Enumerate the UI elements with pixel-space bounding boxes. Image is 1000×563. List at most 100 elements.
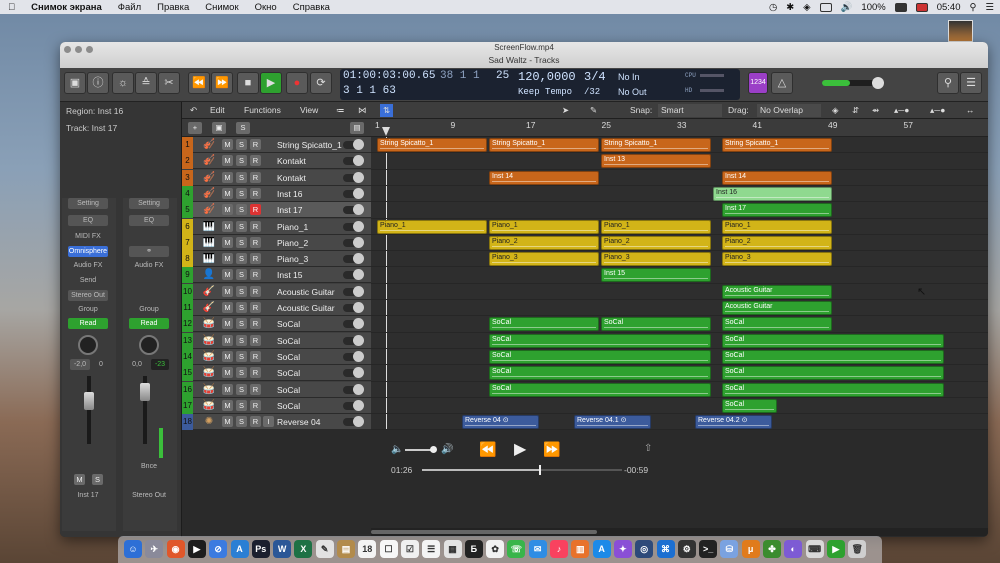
track-record-button[interactable]: R <box>250 236 261 248</box>
region[interactable]: SoCal <box>489 349 711 364</box>
track-on-toggle[interactable] <box>343 171 364 183</box>
horizontal-scrollbar[interactable] <box>371 528 988 536</box>
track-instrument-icon[interactable]: 🥁 <box>202 318 216 330</box>
track-header-row[interactable]: 2 🎻 M S R Kontakt <box>182 153 371 170</box>
track-on-toggle[interactable] <box>343 302 364 313</box>
track-mute-button[interactable]: M <box>222 367 233 379</box>
region[interactable]: Inst 14 <box>489 170 599 185</box>
metronome-icon[interactable]: △ <box>771 72 793 94</box>
menu-snapshot[interactable]: Снимок <box>197 2 246 13</box>
dock-app-icon[interactable]: ▦ <box>443 540 462 558</box>
track-mute-button[interactable]: M <box>222 204 233 216</box>
track-on-toggle[interactable] <box>343 399 364 411</box>
eq-button-out[interactable]: EQ <box>129 215 169 226</box>
setting-button-out[interactable]: Setting <box>129 198 169 209</box>
track-mute-button[interactable]: M <box>222 171 233 183</box>
track-on-toggle[interactable] <box>343 367 364 379</box>
scrollbar-thumb[interactable] <box>371 530 597 534</box>
cycle-button[interactable]: ⟳ <box>310 72 332 94</box>
record-button[interactable]: ● <box>286 72 308 94</box>
back-arrow-icon[interactable]: ↶ <box>190 104 197 117</box>
dock-app-icon[interactable]: ◐ <box>784 540 803 558</box>
add-track-button[interactable]: + <box>188 122 202 134</box>
track-record-button[interactable]: R <box>250 171 261 183</box>
group-slot[interactable]: Group <box>68 304 108 315</box>
track-name[interactable]: Inst 17 <box>277 202 303 218</box>
dock-app-icon[interactable]: ☺ <box>124 540 142 558</box>
track-record-button[interactable]: R <box>250 383 261 395</box>
time-machine-icon[interactable]: ◷ <box>769 2 777 13</box>
output-slot[interactable]: Stereo Out <box>68 290 108 301</box>
track-solo-button[interactable]: S <box>236 383 247 395</box>
track-record-button[interactable]: R <box>250 318 261 330</box>
dock-app-icon[interactable]: ⌨ <box>805 540 824 558</box>
region[interactable]: Reverse 04.1 ⊙ <box>574 415 651 430</box>
track-record-button[interactable]: R <box>250 204 261 216</box>
track-name[interactable]: Piano_2 <box>277 235 308 251</box>
track-mute-button[interactable]: M <box>222 236 233 248</box>
track-header-row[interactable]: 8 🎹 M S R Piano_3 <box>182 251 371 268</box>
region[interactable]: Piano_2 <box>601 235 711 250</box>
track-solo-button[interactable]: S <box>236 334 247 346</box>
track-record-button[interactable]: R <box>250 187 261 199</box>
track-record-button[interactable]: R <box>250 155 261 167</box>
track-name[interactable]: SoCal <box>277 365 300 381</box>
track-record-button[interactable]: R <box>250 253 261 265</box>
track-instrument-icon[interactable]: 🥁 <box>202 351 216 363</box>
clock[interactable]: 05:40 <box>937 2 961 13</box>
track-instrument-icon[interactable]: 🎹 <box>202 237 216 249</box>
dock-app-icon[interactable]: ☑ <box>400 540 419 558</box>
region[interactable]: Piano_1 <box>377 219 487 234</box>
dock-app-icon[interactable]: ⌘ <box>656 540 675 558</box>
track-solo-button[interactable]: S <box>236 155 247 167</box>
track-name[interactable]: SoCal <box>277 333 300 349</box>
region[interactable]: SoCal <box>601 317 711 332</box>
track-on-toggle[interactable] <box>343 139 364 150</box>
editors-button[interactable]: ✂ <box>158 72 180 94</box>
apple-menu-icon[interactable]:  <box>0 2 23 13</box>
track-instrument-icon[interactable]: 🎸 <box>202 286 216 298</box>
track-on-toggle[interactable] <box>343 285 364 297</box>
dock-app-icon[interactable]: X <box>294 540 313 558</box>
loops-button[interactable]: ☰ <box>960 72 982 94</box>
track-record-button[interactable]: R <box>250 399 261 411</box>
master-volume-knob[interactable] <box>872 77 884 89</box>
dock-app-icon[interactable]: ▥ <box>571 540 590 558</box>
track-solo-button[interactable]: S <box>236 302 247 313</box>
audio-fx-label[interactable]: Audio FX <box>68 260 108 271</box>
library-button[interactable]: ▣ <box>64 72 86 94</box>
track-name[interactable]: Kontakt <box>277 153 306 169</box>
width-icon[interactable]: ↔ <box>966 104 975 117</box>
region[interactable]: SoCal <box>489 317 599 332</box>
track-header-row[interactable]: 11 🎸 M S R Acoustic Guitar <box>182 300 371 316</box>
track-instrument-icon[interactable]: 🎻 <box>202 204 216 216</box>
track-name[interactable]: Acoustic Guitar <box>277 284 335 300</box>
track-header-row[interactable]: 16 🥁 M S R SoCal <box>182 381 371 398</box>
track-solo-button[interactable]: S <box>236 204 247 216</box>
track-options-icon[interactable]: ▤ <box>350 122 364 134</box>
track-instrument-icon[interactable]: 🎻 <box>202 139 216 151</box>
dock-app-icon[interactable]: ✎ <box>315 540 334 558</box>
notification-center-icon[interactable]: ☰ <box>985 2 994 13</box>
track-name[interactable]: SoCal <box>277 349 300 365</box>
track-header-row[interactable]: 14 🥁 M S R SoCal <box>182 348 371 365</box>
region[interactable]: SoCal <box>722 366 944 381</box>
track-input-monitor-button[interactable]: I <box>263 416 274 428</box>
volume-fader-cap[interactable] <box>84 392 94 410</box>
track-instrument-icon[interactable]: 🎻 <box>202 172 216 184</box>
instrument-slot[interactable]: Omnisphere <box>68 246 108 257</box>
track-instrument-icon[interactable]: 🎻 <box>202 188 216 200</box>
track-on-toggle[interactable] <box>343 334 364 346</box>
catch-icon[interactable]: ⇅ <box>380 104 394 117</box>
menu-help[interactable]: Справка <box>285 2 338 13</box>
track-header-row[interactable]: 18 ✺ M S R I Reverse 04 <box>182 414 371 431</box>
track-instrument-icon[interactable]: 🥁 <box>202 384 216 396</box>
track-solo-button[interactable]: S <box>236 269 247 281</box>
region[interactable]: String Spicatto_1 <box>377 138 487 152</box>
pencil-tool-icon[interactable]: ✎ <box>590 104 597 117</box>
vertical-zoom-icon[interactable]: ⇵ <box>852 104 859 117</box>
track-mute-button[interactable]: M <box>222 383 233 395</box>
dock-app-icon[interactable]: Ps <box>251 540 270 558</box>
menu-window[interactable]: Окно <box>247 2 285 13</box>
track-instrument-icon[interactable]: 🥁 <box>202 400 216 412</box>
